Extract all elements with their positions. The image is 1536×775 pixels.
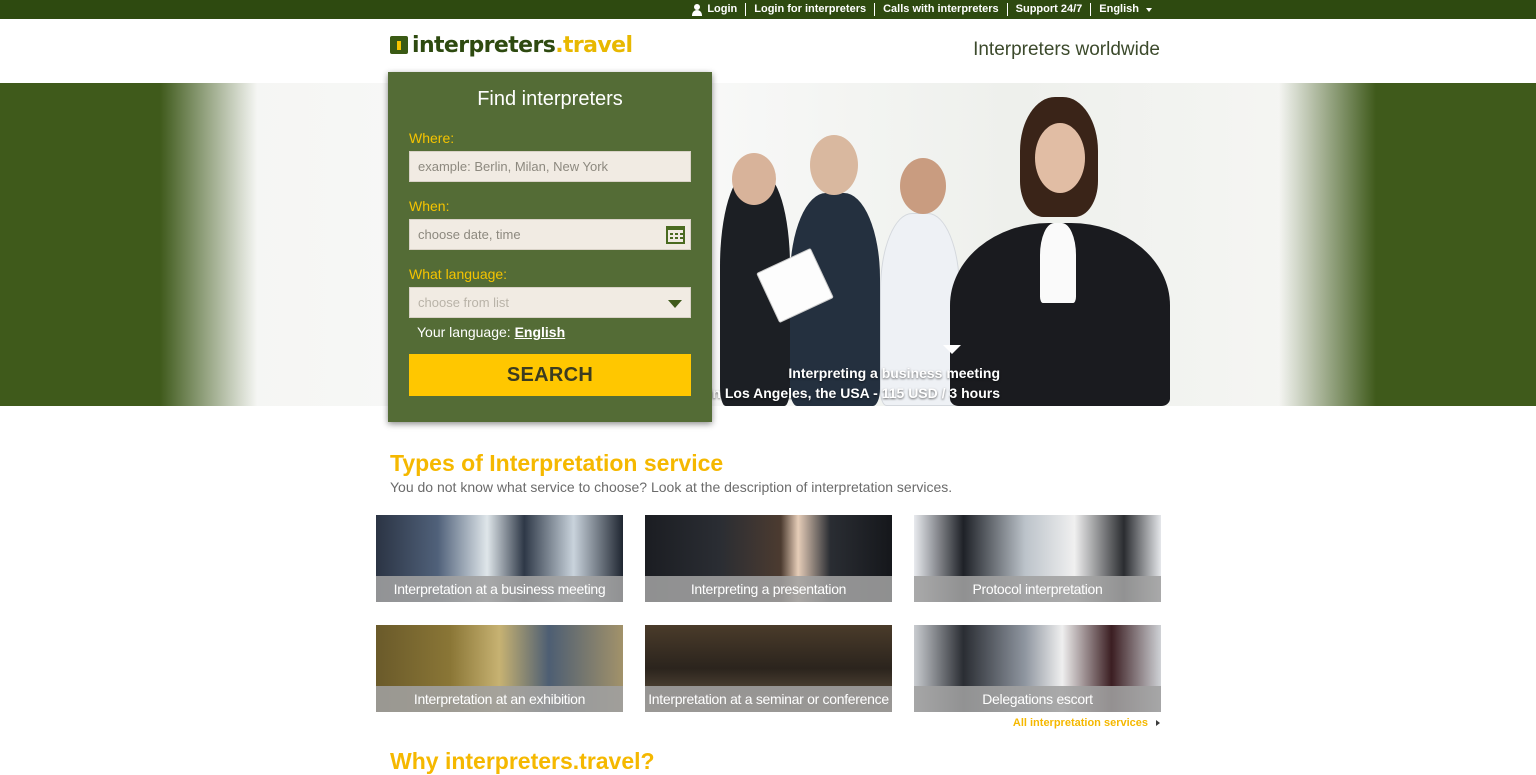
- top-nav: Login Login for interpreters Calls with …: [684, 0, 1160, 19]
- language-label: What language:: [409, 266, 508, 282]
- service-label: Interpreting a presentation: [645, 576, 892, 602]
- hero-person-head: [732, 153, 776, 205]
- hero-caption-detail: in Los Angeles, the USA - 115 USD / 3 ho…: [708, 385, 1000, 401]
- your-language: Your language: English: [417, 324, 565, 340]
- service-card-business-meeting[interactable]: Interpretation at a business meeting: [376, 515, 623, 602]
- arrow-right-icon: [1156, 720, 1160, 726]
- top-bar: Login Login for interpreters Calls with …: [0, 0, 1536, 19]
- search-button[interactable]: SEARCH: [409, 354, 691, 396]
- why-title: Why interpreters.travel?: [390, 748, 655, 774]
- service-label: Interpretation at a seminar or conferenc…: [645, 686, 892, 712]
- your-language-link[interactable]: English: [515, 324, 566, 340]
- header: interpreters.travel Interpreters worldwi…: [0, 19, 1536, 83]
- when-input[interactable]: [418, 227, 690, 242]
- service-card-presentation[interactable]: Interpreting a presentation: [645, 515, 892, 602]
- services-title: Types of Interpretation service: [390, 450, 724, 476]
- login-interpreters-link[interactable]: Login for interpreters: [745, 3, 874, 16]
- language-select[interactable]: choose from list: [409, 287, 691, 318]
- hero-person-head: [900, 158, 946, 214]
- all-services-link[interactable]: All interpretation services: [1013, 717, 1160, 729]
- hero-caption-title: Interpreting a business meeting: [788, 365, 1000, 381]
- logo[interactable]: interpreters.travel: [390, 31, 633, 59]
- support-link[interactable]: Support 24/7: [1006, 3, 1091, 16]
- language-switcher-label: English: [1099, 3, 1139, 15]
- service-card-exhibition[interactable]: Interpretation at an exhibition: [376, 625, 623, 712]
- tagline: Interpreters worldwide: [973, 39, 1160, 60]
- service-card-seminar[interactable]: Interpretation at a seminar or conferenc…: [645, 625, 892, 712]
- search-panel: Find interpreters Where: When: What lang…: [388, 72, 712, 422]
- where-field[interactable]: [409, 151, 691, 182]
- service-card-delegations[interactable]: Delegations escort: [914, 625, 1161, 712]
- hero-image: [160, 83, 1376, 406]
- hero-person-head: [810, 135, 858, 195]
- service-label: Interpretation at a business meeting: [376, 576, 623, 602]
- search-title: Find interpreters: [477, 88, 623, 110]
- service-card-protocol[interactable]: Protocol interpretation: [914, 515, 1161, 602]
- where-label: Where:: [409, 130, 455, 146]
- calendar-icon[interactable]: [666, 226, 685, 244]
- language-switcher[interactable]: English: [1090, 3, 1160, 16]
- service-label: Protocol interpretation: [914, 576, 1161, 602]
- login-label: Login: [707, 3, 738, 15]
- hero-woman-face: [1035, 123, 1085, 193]
- your-language-prefix: Your language:: [417, 324, 511, 340]
- where-input[interactable]: [418, 159, 690, 174]
- when-field[interactable]: [409, 219, 691, 250]
- service-label: Interpretation at an exhibition: [376, 686, 623, 712]
- services-subtitle: You do not know what service to choose? …: [390, 479, 953, 495]
- login-link[interactable]: Login: [684, 3, 745, 16]
- all-services-label: All interpretation services: [1012, 717, 1148, 729]
- dropdown-arrow-icon: [668, 300, 682, 308]
- calls-link[interactable]: Calls with interpreters: [874, 3, 1007, 16]
- hero-banner: Interpreting a business meeting in Los A…: [0, 83, 1536, 406]
- logo-text: interpreters.travel: [412, 32, 633, 58]
- logo-icon: [390, 36, 408, 54]
- when-label: When:: [409, 198, 450, 214]
- caption-arrow-icon: [943, 345, 961, 354]
- hero-woman-shirt: [1040, 223, 1076, 303]
- chevron-down-icon: [1146, 7, 1152, 12]
- language-select-value: choose from list: [418, 295, 510, 310]
- user-icon: [692, 3, 703, 16]
- service-label: Delegations escort: [914, 686, 1161, 712]
- hero-caption[interactable]: Interpreting a business meeting in Los A…: [709, 363, 1000, 403]
